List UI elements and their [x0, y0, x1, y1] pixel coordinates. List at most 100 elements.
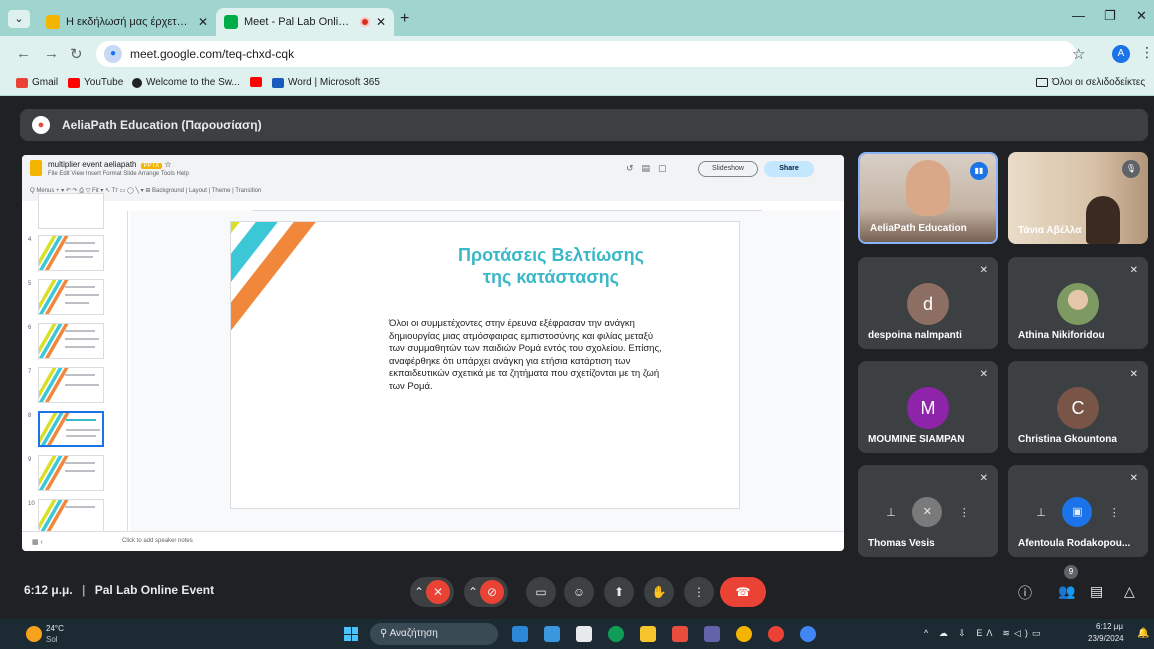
participant-tile-thomas[interactable]: ✕ ⊥ ✕ ⋮ Thomas Vesis	[858, 465, 998, 557]
participant-tile-despoina[interactable]: ✕ d despoina nalmpanti	[858, 257, 998, 349]
bookmark-label: Gmail	[32, 77, 59, 88]
captions-button[interactable]: ▭	[526, 577, 556, 607]
office-icon	[272, 77, 284, 88]
profile-avatar[interactable]: A	[1112, 45, 1130, 63]
mute-participant-icon[interactable]: ✕	[912, 497, 943, 527]
chrome-icon[interactable]	[736, 626, 752, 642]
tab-event-announcement[interactable]: Η εκδήλωσή μας έρχεται σύντο ✕	[38, 8, 216, 36]
bookmark-star-icon[interactable]: ☆	[1072, 45, 1085, 63]
bookmark-word[interactable]: Word | Microsoft 365	[272, 77, 380, 88]
teams-icon[interactable]	[704, 626, 720, 642]
present-button[interactable]: ⬆	[604, 577, 634, 607]
chrome-icon[interactable]	[800, 626, 816, 642]
all-bookmarks[interactable]: Όλοι οι σελιδοδείκτες	[1036, 77, 1145, 88]
pin-icon[interactable]: ⊥	[886, 506, 896, 519]
meet-favicon-icon	[224, 15, 238, 29]
participant-photo	[1057, 283, 1099, 325]
chat-icon[interactable]: ▤	[1090, 583, 1103, 600]
slide-thumbnail	[38, 323, 104, 359]
app-icon[interactable]	[544, 626, 560, 642]
reload-icon[interactable]: ↻	[70, 45, 83, 63]
new-tab-button[interactable]: +	[400, 10, 409, 28]
file-explorer-icon[interactable]	[640, 626, 656, 642]
tile-hover-controls[interactable]: ⊥ ✕ ⋮	[878, 497, 978, 527]
youtube-icon	[68, 77, 80, 88]
tab-close-icon[interactable]: ✕	[198, 15, 208, 29]
more-options-icon[interactable]: ⋮	[959, 506, 970, 519]
slide-thumbnail	[38, 499, 104, 535]
globe-icon	[132, 77, 142, 88]
participant-tile-afentoula[interactable]: ✕ ⊥ ▣ ⋮ Afentoula Rodakopou...	[1008, 465, 1148, 557]
bookmark-label: Word | Microsoft 365	[288, 77, 380, 88]
restore-icon[interactable]: ❐	[1104, 8, 1116, 24]
meeting-info-icon[interactable]: ⓘ	[1018, 583, 1032, 603]
forward-icon[interactable]: →	[44, 45, 59, 62]
system-tray[interactable]: ^ ☁ ⇩ ΕΛ ≋◁)▭	[924, 628, 1044, 639]
tab-title: Η εκδήλωσή μας έρχεται σύντο	[66, 16, 192, 28]
participant-name: Thomas Vesis	[868, 538, 935, 549]
slides-toolbar: multiplier event aeliapath PPTX ☆ File Ed…	[22, 155, 844, 201]
meeting-name: Pal Lab Online Event	[94, 583, 215, 597]
url-input[interactable]: ● meet.google.com/teq-chxd-cqk	[96, 41, 1076, 67]
mic-off-icon: ✕	[979, 473, 988, 484]
participant-tile-athina[interactable]: ✕ Athina Nikiforidou	[1008, 257, 1148, 349]
participant-tile-moumine[interactable]: ✕ M MOUMINE SIAMPAN	[858, 361, 998, 453]
participant-name: Τάνια Αβέλλα	[1018, 225, 1082, 236]
taskbar-search[interactable]: ⚲ Αναζήτηση	[370, 623, 498, 645]
tab-close-icon[interactable]: ✕	[376, 15, 386, 29]
weather-temperature: 24°C	[46, 624, 64, 633]
volume-icon: ◁)	[1013, 628, 1032, 638]
camera-toggle-button[interactable]: ⌃ ⊘	[464, 577, 508, 607]
more-options-icon[interactable]: ⋮	[1109, 506, 1120, 519]
tab-meet[interactable]: Meet - Pal Lab Online Event ✕	[216, 8, 394, 36]
chevron-up-icon: ^	[924, 628, 933, 638]
edge-icon[interactable]	[608, 626, 624, 642]
app-icon[interactable]	[576, 626, 592, 642]
participant-tile-aeliapath[interactable]: ▮▮ AeliaPath Education	[858, 152, 998, 244]
clock-time[interactable]: 6:12 μμ	[1096, 622, 1123, 631]
frame-icon[interactable]: ▣	[1062, 497, 1093, 527]
bookmark-youtube[interactable]: YouTube	[68, 77, 123, 88]
app-icon[interactable]	[512, 626, 528, 642]
minimize-icon[interactable]: —	[1072, 8, 1085, 23]
doc-menu: File Edit View Insert Format Slide Arran…	[48, 171, 189, 177]
thumb-number: 7	[28, 369, 32, 375]
mic-off-icon: ✕	[979, 369, 988, 380]
presenter-bar: ● AeliaPath Education (Παρουσίαση)	[20, 109, 1148, 141]
browser-tab-bar: ⌄ Η εκδήλωσή μας έρχεται σύντο ✕ Meet - …	[0, 0, 1154, 36]
raise-hand-button[interactable]: ✋	[644, 577, 674, 607]
slides-logo-icon	[30, 160, 42, 176]
slide-title: Προτάσεις Βελτίωσης της κατάστασης	[458, 245, 644, 287]
presentation-icon: ●	[32, 116, 50, 134]
clock-date[interactable]: 23/9/2024	[1088, 634, 1124, 643]
slide-body-text: Όλοι οι συμμετέχοντες στην έρευνα εξέφρα…	[389, 318, 662, 392]
participant-tile-tania[interactable]: 🎙 Τάνια Αβέλλα	[1008, 152, 1148, 244]
bookmark-video[interactable]	[250, 77, 266, 87]
tile-hover-controls[interactable]: ⊥ ▣ ⋮	[1028, 497, 1128, 527]
people-icon[interactable]: 👥	[1058, 583, 1075, 600]
meeting-details: 6:12 μ.μ. | Pal Lab Online Event	[24, 583, 215, 597]
app-icon[interactable]	[672, 626, 688, 642]
pin-icon[interactable]: ⊥	[1036, 506, 1046, 519]
weather-sun-icon[interactable]	[26, 626, 42, 642]
notification-bell-icon[interactable]: 🔔	[1137, 628, 1149, 639]
emoji-button[interactable]: ☺	[564, 577, 594, 607]
start-menu-icon[interactable]	[344, 627, 358, 641]
more-options-button[interactable]: ⋮	[684, 577, 714, 607]
back-icon[interactable]: ←	[16, 45, 31, 62]
activities-icon[interactable]: △	[1124, 583, 1135, 600]
chrome-icon[interactable]	[768, 626, 784, 642]
site-info-icon[interactable]: ●	[104, 45, 122, 63]
speaking-indicator-icon: ▮▮	[970, 162, 988, 180]
current-slide: Προτάσεις Βελτίωσης της κατάστασης Όλοι …	[230, 221, 740, 509]
shared-screen[interactable]: multiplier event aeliapath PPTX ☆ File Ed…	[22, 155, 844, 551]
bookmark-gmail[interactable]: Gmail	[16, 77, 58, 88]
bookmark-welcome[interactable]: Welcome to the Sw...	[132, 77, 240, 88]
browser-menu-icon[interactable]: ⋮	[1140, 44, 1154, 61]
participant-name: Afentoula Rodakopou...	[1018, 538, 1131, 549]
tab-search-button[interactable]: ⌄	[8, 10, 30, 28]
participant-tile-christina[interactable]: ✕ C Christina Gkountona	[1008, 361, 1148, 453]
mic-toggle-button[interactable]: ⌃ ✕	[410, 577, 454, 607]
close-window-icon[interactable]: ✕	[1136, 8, 1147, 24]
leave-call-button[interactable]: ☎	[720, 577, 766, 607]
